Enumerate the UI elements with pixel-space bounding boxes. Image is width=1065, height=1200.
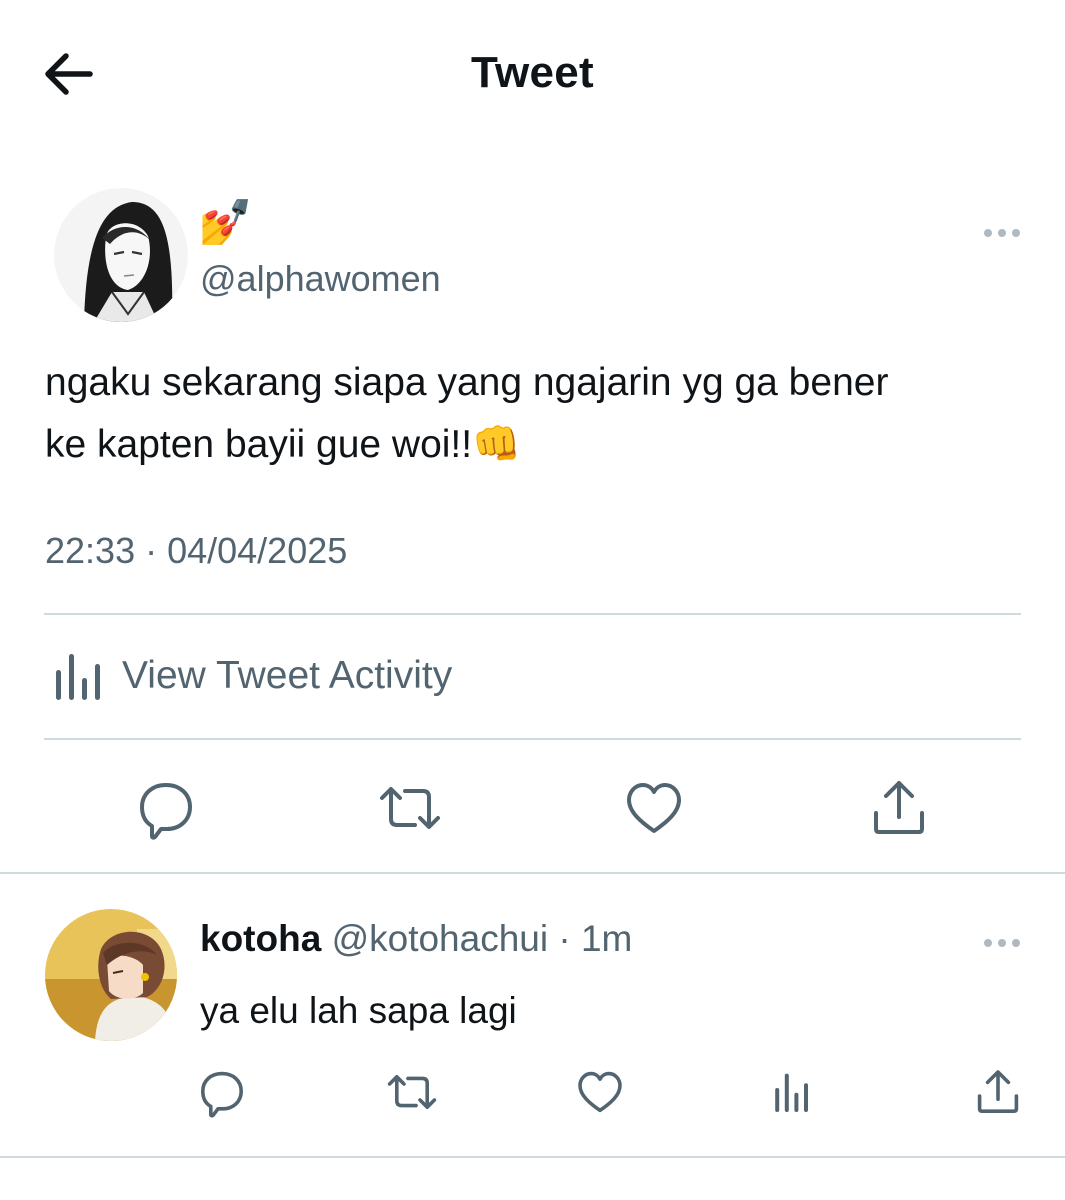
page-title: Tweet [471,48,594,97]
reply-display-name[interactable]: kotoha [200,918,321,959]
retweet-button[interactable] [375,773,445,843]
reply-button[interactable] [131,773,201,843]
reply-analytics-button[interactable] [764,1064,820,1120]
section-divider [0,872,1065,874]
share-button[interactable] [864,773,934,843]
avatar[interactable] [54,188,188,322]
analytics-icon [56,654,100,700]
view-tweet-activity-label: View Tweet Activity [122,654,453,697]
display-name[interactable]: 💅 [198,198,253,248]
reply-handle[interactable]: @kotohachui [332,918,549,959]
like-icon [578,1071,622,1113]
share-icon [874,781,924,834]
like-icon [627,783,681,833]
reply-icon [201,1071,243,1118]
user-handle[interactable]: @alphawomen [200,258,441,300]
retweet-icon [387,1075,437,1109]
section-divider [0,1156,1065,1158]
more-horizontal-icon [984,229,1020,237]
reply-avatar[interactable] [45,909,177,1041]
like-button[interactable] [619,773,689,843]
retweet-icon [380,787,440,829]
tweet-text-line: ngaku sekarang siapa yang ngajarin yg ga… [45,361,889,404]
reply-separator: · [548,918,581,959]
reply-more-button[interactable] [980,932,1024,954]
reply-like-button[interactable] [572,1064,628,1120]
reply-retweet-button[interactable] [384,1064,440,1120]
more-horizontal-icon [984,939,1020,947]
reply-reply-button[interactable] [194,1064,250,1120]
more-button[interactable] [980,222,1024,244]
share-icon [977,1070,1019,1113]
divider [44,613,1021,615]
tweet-timestamp[interactable]: 22:33 · 04/04/2025 [45,530,347,572]
view-tweet-activity-button[interactable]: View Tweet Activity [44,640,1021,720]
reply-text: ya elu lah sapa lagi [200,990,517,1031]
analytics-icon [775,1073,808,1112]
reply-time[interactable]: 1m [581,918,632,959]
tweet-text: ngaku sekarang siapa yang ngajarin yg ga… [45,352,1035,476]
reply-icon [140,783,192,840]
tweet-text-line: ke kapten bayii gue woi!!👊 [45,423,521,466]
reply-share-button[interactable] [970,1064,1026,1120]
reply-header: kotoha @kotohachui · 1m [200,918,632,960]
divider [44,738,1021,740]
